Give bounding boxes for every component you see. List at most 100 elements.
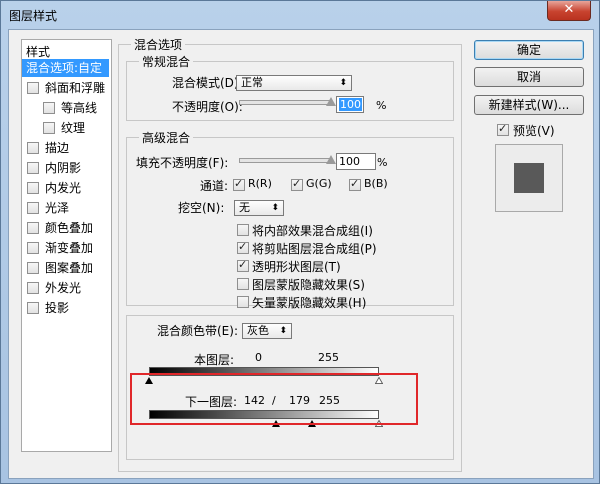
- style-item-checkbox[interactable]: [27, 302, 39, 314]
- style-item-label: 光泽: [45, 201, 70, 215]
- opacity-slider-thumb[interactable]: [326, 97, 336, 106]
- style-item-checkbox[interactable]: [27, 282, 39, 294]
- channel-g-checkbox[interactable]: [291, 177, 303, 191]
- style-item-label: 颜色叠加: [45, 221, 94, 235]
- knockout-label: 挖空(N):: [178, 201, 225, 215]
- layer-style-dialog: 图层样式 ✕ 样式 混合选项:自定斜面和浮雕等高线纹理描边内阴影内发光光泽颜色叠…: [0, 0, 600, 484]
- this-layer-label: 本图层:: [194, 353, 235, 367]
- style-item-checkbox[interactable]: [27, 222, 39, 234]
- advanced-option-checkbox[interactable]: [237, 224, 249, 236]
- style-item-checkbox[interactable]: [27, 182, 39, 194]
- channel-r-label: R(R): [248, 177, 272, 190]
- style-item[interactable]: 投影: [22, 299, 109, 317]
- style-item-label: 等高线: [61, 101, 98, 115]
- fill-opacity-slider[interactable]: [239, 158, 331, 163]
- style-item[interactable]: 外发光: [22, 279, 109, 297]
- style-item-label: 混合选项:自定: [26, 61, 103, 75]
- blend-mode-label: 混合模式(D):: [172, 76, 243, 90]
- style-item[interactable]: 颜色叠加: [22, 219, 109, 237]
- window-title: 图层样式: [9, 9, 58, 23]
- style-item-label: 内发光: [45, 181, 82, 195]
- style-item[interactable]: 描边: [22, 139, 109, 157]
- advanced-option-checkbox[interactable]: [237, 258, 249, 272]
- advanced-option-label: 图层蒙版隐藏效果(S): [252, 278, 365, 292]
- fill-opacity-input[interactable]: 100: [336, 153, 376, 170]
- new-style-button[interactable]: 新建样式(W)...: [474, 95, 584, 115]
- channel-b-label: B(B): [364, 177, 388, 190]
- general-blending-group: 常规混合 混合模式(D): 正常 ⬍ 不透明度(O): 100 %: [126, 53, 454, 121]
- advanced-blending-group: 高级混合 填充不透明度(F): 100 % 通道: R(R) G(G) B(B)…: [126, 129, 454, 310]
- channel-b-checkbox[interactable]: [349, 177, 361, 191]
- ok-button-label: 确定: [516, 43, 541, 57]
- new-style-button-label: 新建样式(W)...: [488, 98, 570, 112]
- dialog-body: 样式 混合选项:自定斜面和浮雕等高线纹理描边内阴影内发光光泽颜色叠加渐变叠加图案…: [8, 29, 594, 479]
- style-item-checkbox[interactable]: [27, 262, 39, 274]
- advanced-blending-title: 高级混合: [139, 129, 194, 146]
- this-layer-high-value: 255: [318, 351, 339, 364]
- fill-opacity-label: 填充不透明度(F):: [136, 156, 229, 170]
- preview-label: 预览(V): [513, 124, 555, 138]
- style-item-label: 渐变叠加: [45, 241, 94, 255]
- cancel-button-label: 取消: [516, 70, 541, 84]
- style-item-label: 外发光: [45, 281, 82, 295]
- close-icon: ✕: [563, 2, 575, 17]
- title-bar[interactable]: 图层样式 ✕: [1, 1, 599, 29]
- cancel-button[interactable]: 取消: [474, 67, 584, 87]
- style-item-checkbox[interactable]: [27, 162, 39, 174]
- fill-opacity-percent: %: [377, 156, 388, 169]
- advanced-option-checkbox[interactable]: [237, 296, 249, 308]
- preview-checkbox[interactable]: [497, 122, 509, 136]
- advanced-option-checkbox[interactable]: [237, 278, 249, 290]
- opacity-label: 不透明度(O):: [172, 100, 243, 114]
- style-item-checkbox[interactable]: [27, 142, 39, 154]
- close-button[interactable]: ✕: [547, 1, 591, 21]
- opacity-input[interactable]: 100: [336, 96, 364, 113]
- annotation-highlight-box: [130, 373, 418, 425]
- blend-if-dropdown[interactable]: 灰色 ⬍: [242, 323, 292, 339]
- blend-if-value: 灰色: [247, 324, 269, 337]
- ok-button[interactable]: 确定: [474, 40, 584, 60]
- style-item-label: 斜面和浮雕: [45, 81, 106, 95]
- opacity-value: 100: [339, 98, 362, 111]
- style-item-label: 图案叠加: [45, 261, 94, 275]
- style-item[interactable]: 内发光: [22, 179, 109, 197]
- style-item[interactable]: 斜面和浮雕: [22, 79, 109, 97]
- opacity-slider[interactable]: [239, 100, 331, 105]
- blend-mode-dropdown[interactable]: 正常 ⬍: [236, 75, 352, 91]
- chevron-updown-icon: ⬍: [279, 326, 287, 336]
- knockout-value: 无: [239, 201, 250, 214]
- chevron-updown-icon: ⬍: [271, 203, 279, 213]
- advanced-option-label: 将内部效果混合成组(I): [252, 224, 373, 238]
- advanced-option-checkbox[interactable]: [237, 240, 249, 254]
- style-item[interactable]: 光泽: [22, 199, 109, 217]
- style-item[interactable]: 等高线: [22, 99, 109, 117]
- style-item[interactable]: 混合选项:自定: [22, 59, 109, 77]
- style-item-checkbox[interactable]: [27, 242, 39, 254]
- styles-list: 样式 混合选项:自定斜面和浮雕等高线纹理描边内阴影内发光光泽颜色叠加渐变叠加图案…: [21, 39, 112, 452]
- channels-label: 通道:: [200, 179, 229, 193]
- fill-opacity-value: 100: [339, 155, 360, 168]
- advanced-option-label: 透明形状图层(T): [252, 260, 341, 274]
- styles-header: 样式: [26, 45, 51, 59]
- style-item-label: 投影: [45, 301, 70, 315]
- blend-if-label: 混合颜色带(E):: [157, 324, 238, 338]
- style-item-label: 内阴影: [45, 161, 82, 175]
- general-blending-title: 常规混合: [139, 53, 194, 70]
- style-item[interactable]: 纹理: [22, 119, 109, 137]
- style-item-checkbox[interactable]: [43, 102, 55, 114]
- style-item-label: 纹理: [61, 121, 86, 135]
- style-item[interactable]: 图案叠加: [22, 259, 109, 277]
- style-item[interactable]: 渐变叠加: [22, 239, 109, 257]
- style-item-checkbox[interactable]: [27, 82, 39, 94]
- channel-g-label: G(G): [306, 177, 332, 190]
- fill-opacity-slider-thumb[interactable]: [326, 155, 336, 164]
- opacity-percent: %: [376, 99, 387, 112]
- style-item-checkbox[interactable]: [27, 202, 39, 214]
- knockout-dropdown[interactable]: 无 ⬍: [234, 200, 284, 216]
- this-layer-low-value: 0: [255, 351, 262, 364]
- style-item[interactable]: 内阴影: [22, 159, 109, 177]
- channel-r-checkbox[interactable]: [233, 177, 245, 191]
- advanced-option-label: 矢量蒙版隐藏效果(H): [252, 296, 367, 310]
- style-item-checkbox[interactable]: [43, 122, 55, 134]
- preview-thumbnail: [495, 144, 563, 212]
